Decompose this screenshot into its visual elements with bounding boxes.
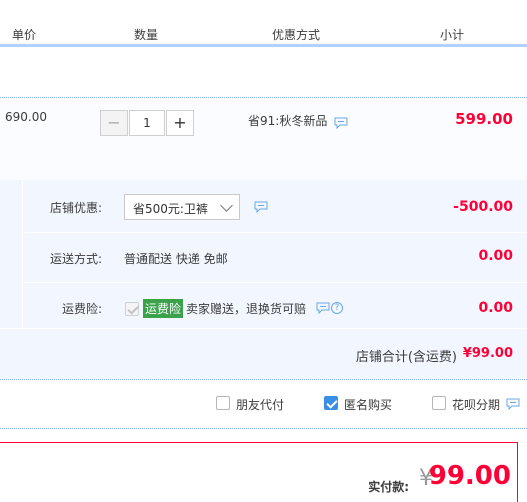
payment-label: 实付款: (368, 480, 409, 494)
chat-icon[interactable] (254, 201, 268, 213)
shipping-label: 运送方式: (49, 252, 102, 266)
unit-price: 690.00 (5, 110, 47, 124)
friend-pay-label: 朋友代付 (236, 398, 285, 412)
column-subtotal: 小计 (440, 28, 465, 42)
quantity-input[interactable]: 1 (129, 110, 165, 136)
shipping-amount: 0.00 (478, 248, 513, 264)
anonymous-purchase-label: 匿名购买 (344, 398, 393, 412)
shop-discount-selected: 省500元:卫裤 (133, 202, 208, 216)
insurance-label: 运费险: (61, 302, 102, 316)
shop-total-value: ¥99.00 (462, 346, 513, 361)
huabei-installment-checkbox[interactable] (432, 396, 446, 410)
huabei-installment-label: 花呗分期 (452, 398, 501, 412)
shipping-method: 普通配送 快递 免邮 (124, 252, 228, 266)
divider (0, 328, 527, 329)
column-promo: 优惠方式 (272, 28, 321, 42)
column-unit-price: 单价 (12, 28, 37, 42)
item-subtotal: 599.00 (455, 110, 513, 128)
divider (24, 282, 527, 283)
help-icon[interactable]: ? (331, 302, 343, 314)
chat-icon[interactable] (316, 302, 330, 314)
chat-icon[interactable] (506, 398, 520, 410)
insurance-checkbox[interactable] (125, 302, 139, 316)
insurance-description: 卖家赠送，退换货可赔 (186, 302, 307, 316)
insurance-badge: 运费险 (143, 299, 184, 318)
payment-amount: 99.00 (428, 461, 511, 491)
friend-pay-checkbox[interactable] (216, 396, 230, 410)
table-header: 单价 数量 优惠方式 小计 (0, 0, 527, 46)
cart-item-row (0, 98, 527, 180)
insurance-amount: 0.00 (478, 300, 513, 316)
item-promo: 省91:秋冬新品 (248, 114, 328, 128)
shop-discount-label: 店铺优惠: (49, 201, 102, 215)
shop-discount-select[interactable]: 省500元:卫裤 (124, 194, 240, 220)
shop-discount-amount: -500.00 (453, 199, 513, 215)
header-divider (0, 44, 527, 47)
divider (24, 232, 527, 233)
divider (0, 428, 527, 429)
quantity-increase-button[interactable]: + (166, 110, 194, 136)
chat-icon[interactable] (334, 117, 348, 129)
anonymous-purchase-checkbox[interactable] (324, 396, 338, 410)
chevron-down-icon (220, 199, 233, 212)
quantity-decrease-button[interactable]: − (100, 110, 128, 136)
shop-total-label: 店铺合计(含运费) (355, 350, 457, 365)
divider (0, 379, 527, 380)
column-quantity: 数量 (134, 28, 159, 42)
